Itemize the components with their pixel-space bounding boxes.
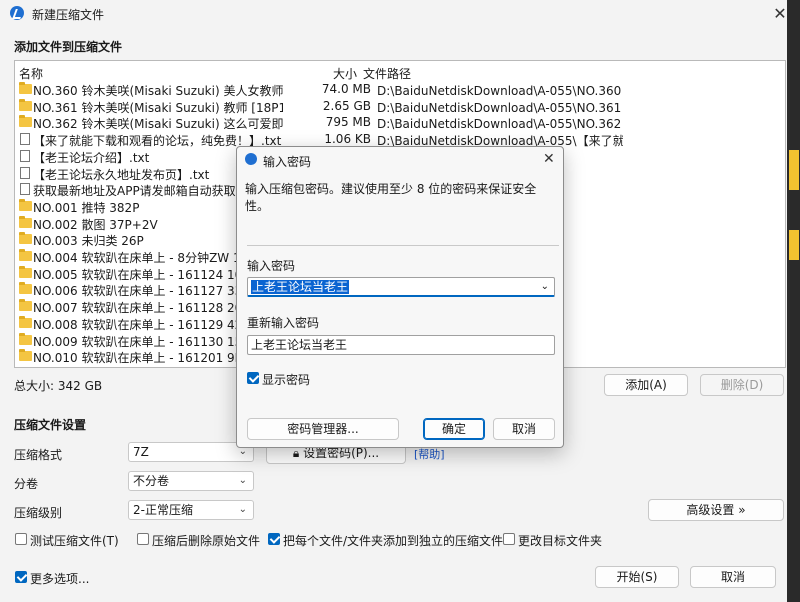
confirm-password-label: 重新输入密码 bbox=[247, 316, 320, 330]
lock-icon: 🔒︎ bbox=[292, 446, 304, 460]
row-path: D:\BaiduNetdiskDownload\A-055\NO.360 铃..… bbox=[377, 84, 623, 98]
folder-icon bbox=[19, 82, 32, 94]
show-password-checkbox[interactable] bbox=[247, 372, 259, 384]
delete-button[interactable]: 删除(D) bbox=[700, 374, 784, 396]
dialog-cancel-button[interactable]: 取消 bbox=[493, 418, 555, 440]
row-path: D:\BaiduNetdiskDownload\A-055\NO.362 铃..… bbox=[377, 117, 623, 132]
file-icon bbox=[20, 183, 30, 196]
delete-after-checkbox[interactable] bbox=[137, 533, 149, 545]
dialog-close-button[interactable]: ✕ bbox=[543, 151, 555, 167]
confirm-password-input[interactable]: 上老王论坛当老王 bbox=[247, 335, 555, 355]
folder-icon bbox=[19, 232, 32, 245]
folder-icon bbox=[19, 349, 32, 362]
password-value: 上老王论坛当老王 bbox=[251, 280, 350, 294]
table-row[interactable]: NO.362 铃木美咲(Misaki Suzuki) 这么可爱即... 795 M… bbox=[15, 114, 775, 131]
row-name: NO.360 铃木美咲(Misaki Suzuki) 美人女教师... bbox=[33, 84, 283, 98]
folder-icon bbox=[19, 249, 32, 261]
folder-icon bbox=[19, 299, 32, 312]
file-icon bbox=[20, 149, 30, 162]
confirm-password-value: 上老王论坛当老王 bbox=[251, 338, 348, 352]
password-label: 输入密码 bbox=[247, 259, 296, 273]
folder-icon bbox=[19, 215, 32, 228]
test-archive-label[interactable]: 测试压缩文件(T) bbox=[30, 532, 119, 549]
background-decoration bbox=[789, 230, 799, 260]
chevron-down-icon[interactable]: ⌄ bbox=[541, 278, 549, 295]
volume-select-value: 不分卷 bbox=[133, 474, 170, 488]
advanced-settings-button[interactable]: 高级设置 » bbox=[648, 499, 784, 521]
total-size: 总大小: 342 GB bbox=[14, 379, 103, 393]
level-select[interactable]: 2-正常压缩 ⌄ bbox=[128, 500, 254, 520]
start-button[interactable]: 开始(S) bbox=[595, 566, 679, 588]
folder-icon bbox=[19, 332, 32, 345]
level-label: 压缩级别 bbox=[14, 506, 63, 520]
folder-icon bbox=[19, 198, 32, 211]
app-logo-icon bbox=[245, 153, 257, 165]
folder-icon bbox=[19, 115, 32, 128]
file-icon bbox=[20, 166, 30, 179]
title-bar: 新建压缩文件 ✕ bbox=[0, 0, 800, 28]
background-decoration bbox=[789, 150, 799, 190]
chevron-down-icon: ⌄ bbox=[238, 475, 247, 486]
password-input[interactable]: 上老王论坛当老王 ⌄ bbox=[247, 277, 555, 297]
test-archive-checkbox[interactable] bbox=[15, 533, 27, 545]
dialog-note: 输入压缩包密码。建议使用至少 8 位的密码来保证安全性。 bbox=[245, 182, 537, 213]
row-size: 1.06 KB bbox=[324, 132, 371, 147]
format-select[interactable]: 7Z ⌄ bbox=[128, 442, 254, 462]
change-target-label[interactable]: 更改目标文件夹 bbox=[518, 532, 602, 549]
each-separate-label[interactable]: 把每个文件/文件夹添加到独立的压缩文件 bbox=[283, 532, 503, 549]
column-header-name[interactable]: 名称 bbox=[19, 65, 43, 82]
column-header-size[interactable]: 大小 bbox=[333, 65, 357, 82]
format-select-value: 7Z bbox=[133, 445, 149, 459]
folder-icon bbox=[19, 265, 32, 278]
change-target-checkbox[interactable] bbox=[503, 533, 515, 545]
delete-after-label[interactable]: 压缩后删除原始文件 bbox=[152, 532, 260, 549]
table-row[interactable]: NO.360 铃木美咲(Misaki Suzuki) 美人女教师... 74.0 … bbox=[15, 81, 775, 98]
row-name: NO.362 铃木美咲(Misaki Suzuki) 这么可爱即... bbox=[33, 117, 283, 132]
password-manager-button[interactable]: 密码管理器... bbox=[247, 418, 399, 440]
folder-icon bbox=[19, 315, 32, 328]
app-logo-icon bbox=[10, 6, 24, 20]
show-password-label[interactable]: 显示密码 bbox=[262, 371, 310, 388]
volume-label: 分卷 bbox=[14, 477, 39, 491]
row-name: NO.361 铃木美咲(Misaki Suzuki) 教师 [18P1V... bbox=[33, 100, 283, 115]
dialog-title: 输入密码 bbox=[263, 155, 312, 169]
more-options-label[interactable]: 更多选项... bbox=[30, 570, 89, 587]
divider bbox=[247, 245, 559, 246]
file-icon bbox=[20, 133, 30, 146]
format-label: 压缩格式 bbox=[14, 448, 63, 462]
background-window-edge bbox=[787, 0, 800, 602]
row-size: 74.0 MB bbox=[321, 82, 371, 96]
add-button[interactable]: 添加(A) bbox=[604, 374, 688, 396]
folder-icon bbox=[19, 282, 32, 295]
ok-button[interactable]: 确定 bbox=[423, 418, 485, 440]
chevron-down-icon: ⌄ bbox=[238, 504, 247, 515]
set-password-label: 设置密码(P)... bbox=[303, 446, 380, 460]
add-section-title: 添加文件到压缩文件 bbox=[14, 40, 123, 54]
cancel-button[interactable]: 取消 bbox=[690, 566, 776, 588]
folder-icon bbox=[19, 98, 32, 111]
window-title: 新建压缩文件 bbox=[32, 8, 105, 22]
password-dialog: 输入密码 ✕ 输入压缩包密码。建议使用至少 8 位的密码来保证安全性。 输入密码… bbox=[236, 146, 564, 448]
column-header-path[interactable]: 文件路径 bbox=[363, 65, 411, 82]
table-row[interactable]: NO.361 铃木美咲(Misaki Suzuki) 教师 [18P1V... 2… bbox=[15, 98, 775, 115]
row-path: D:\BaiduNetdiskDownload\A-055\NO.361 铃..… bbox=[377, 100, 623, 115]
settings-section-title: 压缩文件设置 bbox=[14, 418, 87, 432]
help-link[interactable]: [帮助] bbox=[414, 446, 445, 462]
more-options-checkbox[interactable] bbox=[15, 571, 27, 583]
row-size: 795 MB bbox=[325, 115, 371, 130]
level-select-value: 2-正常压缩 bbox=[133, 503, 193, 517]
volume-select[interactable]: 不分卷 ⌄ bbox=[128, 471, 254, 491]
row-size: 2.65 GB bbox=[322, 98, 371, 113]
each-separate-checkbox[interactable] bbox=[268, 533, 280, 545]
